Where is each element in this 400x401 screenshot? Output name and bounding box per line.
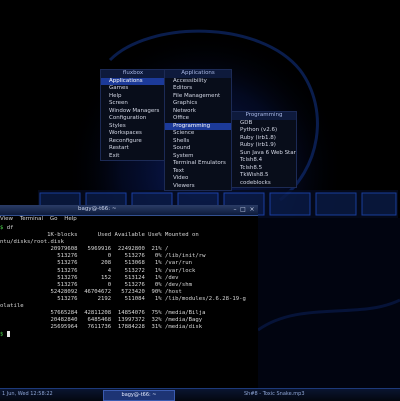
menu-item-science[interactable]: Science	[165, 130, 231, 138]
line-text: 513276 0 513276 0% /lib/init/rw	[0, 253, 206, 260]
menu-item-tclsh84[interactable]: Tclsh8.4	[232, 157, 296, 165]
menu-item-tkwish85[interactable]: TkWish8.5	[232, 172, 296, 180]
menu-title: Programming	[232, 112, 296, 120]
terminal-line: 513276 0 513276 0% /lib/init/rw	[0, 253, 258, 260]
terminal-line: 1K-blocks Used Available Use% Mounted on	[0, 232, 258, 239]
menu-item-graphics[interactable]: Graphics	[165, 100, 231, 108]
line-text: 20482840 6485468 13997372 32% /media/Bag…	[0, 317, 203, 324]
close-icon[interactable]: ×	[249, 207, 255, 213]
menu-item-office[interactable]: Office	[165, 115, 231, 123]
menu-item-terminal-emulators[interactable]: Terminal Emulators	[165, 160, 231, 168]
menu-item-java-web-start[interactable]: Sun Java 6 Web Start	[232, 150, 296, 158]
terminal-line: 513276 152 513124 1% /dev	[0, 275, 258, 282]
terminal-line: ntu/disks/root.disk	[0, 239, 258, 246]
taskbar-clock: 1 Jun, Wed 12:58:22	[2, 391, 53, 397]
terminal-line: 20979608 5969916 22492800 21% /	[0, 246, 258, 253]
menu-item-programming[interactable]: Programming	[165, 122, 231, 130]
prompt: $	[0, 331, 7, 338]
terminal-line: 513276 4 513272 1% /var/lock	[0, 268, 258, 275]
menu-help[interactable]: Help	[64, 216, 77, 222]
terminal-line: 513276 208 513068 1% /var/run	[0, 260, 258, 267]
menu-item-window-managers[interactable]: Window Managers	[101, 108, 165, 116]
terminal-line: 57665284 42811208 14854076 75% /media/Bi…	[0, 310, 258, 317]
terminal-titlebar[interactable]: bagy@-t66: ~ – □ ×	[0, 205, 258, 216]
line-text: 25695964 7611736 17884228 31% /media/dis…	[0, 324, 203, 331]
menu-item-sound[interactable]: Sound	[165, 145, 231, 153]
menu-item-reconfigure[interactable]: Reconfigure	[101, 138, 165, 146]
menu-item-ruby-irb19[interactable]: Ruby (irb1.9)	[232, 142, 296, 150]
terminal-line: 25695964 7611736 17884228 31% /media/dis…	[0, 324, 258, 331]
line-text: 513276 4 513272 1% /var/lock	[0, 267, 196, 274]
menu-item-configuration[interactable]: Configuration	[101, 115, 165, 123]
menu-item-python[interactable]: Python (v2.6)	[232, 127, 296, 135]
terminal-menubar: View Terminal Go Help	[0, 216, 258, 224]
line-text: 1K-blocks Used Available Use% Mounted on	[0, 232, 199, 239]
menu-item-viewers[interactable]: Viewers	[165, 183, 231, 191]
programming-submenu[interactable]: Programming GDB Python (v2.6) Ruby (irb1…	[231, 111, 297, 188]
terminal-line: 52428092 46704672 5723420 90% /host	[0, 289, 258, 296]
menu-item-help[interactable]: Help	[101, 93, 165, 101]
terminal-title: bagy@-t66: ~	[78, 206, 117, 212]
applications-submenu[interactable]: Applications Accessibility Editors File …	[164, 69, 232, 191]
menu-item-text[interactable]: Text	[165, 168, 231, 176]
menu-item-shells[interactable]: Shells	[165, 138, 231, 146]
taskbar-now-playing: Sh#8 - Toxic Snake.mp3	[244, 391, 305, 397]
menu-item-network[interactable]: Network	[165, 108, 231, 116]
menu-item-exit[interactable]: Exit	[101, 153, 165, 161]
menu-item-workspaces[interactable]: Workspaces	[101, 130, 165, 138]
menu-item-codeblocks[interactable]: codeblocks	[232, 180, 296, 188]
taskbar-task-terminal[interactable]: bagy@-t66: ~	[103, 390, 175, 401]
cursor	[6, 331, 10, 338]
terminal-line: $	[0, 331, 258, 338]
terminal-line: $ df	[0, 225, 258, 232]
terminal-window[interactable]: bagy@-t66: ~ – □ × View Terminal Go Help…	[0, 205, 258, 388]
menu-item-tclsh85[interactable]: Tclsh8.5	[232, 165, 296, 173]
line-text: 52428092 46704672 5723420 90% /host	[0, 288, 182, 295]
terminal-output[interactable]: $ df 1K-blocks Used Available Use% Mount…	[0, 225, 258, 388]
menu-item-system[interactable]: System	[165, 153, 231, 161]
menu-title: Applications	[165, 70, 231, 78]
menu-item-restart[interactable]: Restart	[101, 145, 165, 153]
menu-item-gdb[interactable]: GDB	[232, 120, 296, 128]
menu-view[interactable]: View	[0, 216, 13, 222]
menu-title: fluxbox	[101, 70, 165, 78]
menu-item-applications[interactable]: Applications	[101, 77, 165, 85]
line-text: df	[6, 225, 14, 231]
line-text: 513276 152 513124 1% /dev	[0, 274, 179, 281]
menu-item-styles[interactable]: Styles	[101, 123, 165, 131]
menu-item-accessibility[interactable]: Accessibility	[165, 78, 231, 86]
taskbar: 1 Jun, Wed 12:58:22 bagy@-t66: ~ Sh#8 - …	[0, 388, 400, 401]
terminal-line: 513276 2192 511084 1% /lib/modules/2.6.2…	[0, 296, 258, 303]
fluxbox-root-menu[interactable]: fluxbox Applications Games Help Screen W…	[100, 69, 166, 161]
menu-terminal[interactable]: Terminal	[20, 216, 43, 222]
line-text: 513276 0 513276 0% /dev/shm	[0, 281, 192, 288]
line-text: ntu/disks/root.disk	[0, 239, 64, 246]
menu-item-games[interactable]: Games	[101, 85, 165, 93]
menu-item-file-management[interactable]: File Management	[165, 93, 231, 101]
minimize-icon[interactable]: –	[232, 207, 238, 213]
line-text: olatile	[0, 303, 24, 310]
menu-item-editors[interactable]: Editors	[165, 85, 231, 93]
terminal-line: 513276 0 513276 0% /dev/shm	[0, 282, 258, 289]
line-text: 513276 2192 511084 1% /lib/modules/2.6.2…	[0, 295, 246, 302]
line-text: 57665284 42811208 14854076 75% /media/Bi…	[0, 310, 206, 317]
prompt: $	[0, 225, 7, 231]
menu-item-ruby-irb18[interactable]: Ruby (irb1.8)	[232, 135, 296, 143]
terminal-line: olatile	[0, 303, 258, 310]
maximize-icon[interactable]: □	[240, 207, 246, 213]
menu-item-screen[interactable]: Screen	[101, 100, 165, 108]
line-text: 20979608 5969916 22492800 21% /	[0, 246, 169, 253]
line-text: 513276 208 513068 1% /var/run	[0, 260, 192, 267]
terminal-line: 20482840 6485468 13997372 32% /media/Bag…	[0, 317, 258, 324]
menu-go[interactable]: Go	[50, 216, 58, 222]
menu-item-video[interactable]: Video	[165, 175, 231, 183]
